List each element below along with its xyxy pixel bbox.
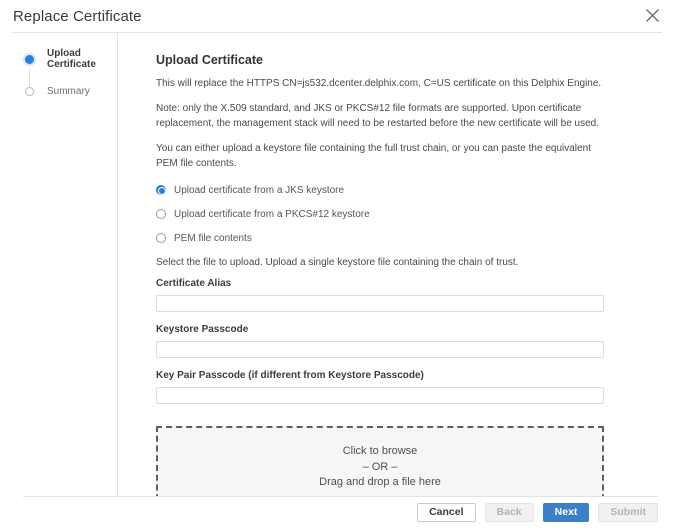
panel-heading: Upload Certificate xyxy=(156,53,604,67)
next-button[interactable]: Next xyxy=(543,503,590,522)
keystore-passcode-label: Keystore Passcode xyxy=(156,324,604,335)
file-dropzone[interactable]: Click to browse – OR – Drag and drop a f… xyxy=(156,426,604,497)
keystore-passcode-field-group: Keystore Passcode xyxy=(156,324,604,358)
close-icon[interactable] xyxy=(642,5,662,25)
radio-unselected-icon xyxy=(156,233,166,243)
certificate-source-radio-group: Upload certificate from a JKS keystore U… xyxy=(156,185,604,244)
intro-text: This will replace the HTTPS CN=js532.dce… xyxy=(156,76,604,92)
dialog-footer: Cancel Back Next Submit xyxy=(0,497,675,532)
submit-button[interactable]: Submit xyxy=(598,503,658,522)
step-label: Summary xyxy=(47,86,90,97)
keypair-passcode-field-group: Key Pair Passcode (if different from Key… xyxy=(156,370,604,404)
dialog-title: Replace Certificate xyxy=(13,8,142,25)
upload-certificate-panel: Upload Certificate This will replace the… xyxy=(118,33,675,496)
step-label: Upload Certificate xyxy=(47,48,117,70)
keypair-passcode-label: Key Pair Passcode (if different from Key… xyxy=(156,370,604,381)
keypair-passcode-input[interactable] xyxy=(156,387,604,404)
radio-jks-keystore[interactable]: Upload certificate from a JKS keystore xyxy=(156,185,604,196)
replace-certificate-dialog: Replace Certificate Upload Certificate S… xyxy=(0,0,675,532)
step-upload-certificate[interactable]: Upload Certificate xyxy=(25,53,117,65)
radio-selected-icon xyxy=(156,185,166,195)
radio-label: Upload certificate from a PKCS#12 keysto… xyxy=(174,209,370,220)
dropzone-drag-text: Drag and drop a file here xyxy=(319,475,441,491)
step-summary[interactable]: Summary xyxy=(25,85,117,97)
upload-hint-text: You can either upload a keystore file co… xyxy=(156,141,604,172)
radio-label: PEM file contents xyxy=(174,233,252,244)
format-note-text: Note: only the X.509 standard, and JKS o… xyxy=(156,101,604,132)
dialog-body: Upload Certificate Summary Upload Certif… xyxy=(0,33,675,496)
select-file-instruction: Select the file to upload. Upload a sing… xyxy=(156,257,604,268)
certificate-alias-field-group: Certificate Alias xyxy=(156,278,604,312)
step-active-dot-icon xyxy=(25,55,34,64)
keystore-passcode-input[interactable] xyxy=(156,341,604,358)
radio-pkcs12-keystore[interactable]: Upload certificate from a PKCS#12 keysto… xyxy=(156,209,604,220)
radio-unselected-icon xyxy=(156,209,166,219)
dialog-header: Replace Certificate xyxy=(0,0,675,32)
certificate-alias-input[interactable] xyxy=(156,295,604,312)
radio-pem-contents[interactable]: PEM file contents xyxy=(156,233,604,244)
radio-label: Upload certificate from a JKS keystore xyxy=(174,185,344,196)
wizard-steps-sidebar: Upload Certificate Summary xyxy=(0,33,118,496)
dropzone-or-text: – OR – xyxy=(363,460,398,476)
certificate-alias-label: Certificate Alias xyxy=(156,278,604,289)
step-inactive-dot-icon xyxy=(25,87,34,96)
cancel-button[interactable]: Cancel xyxy=(417,503,475,522)
back-button[interactable]: Back xyxy=(485,503,534,522)
dropzone-browse-text: Click to browse xyxy=(343,444,418,460)
